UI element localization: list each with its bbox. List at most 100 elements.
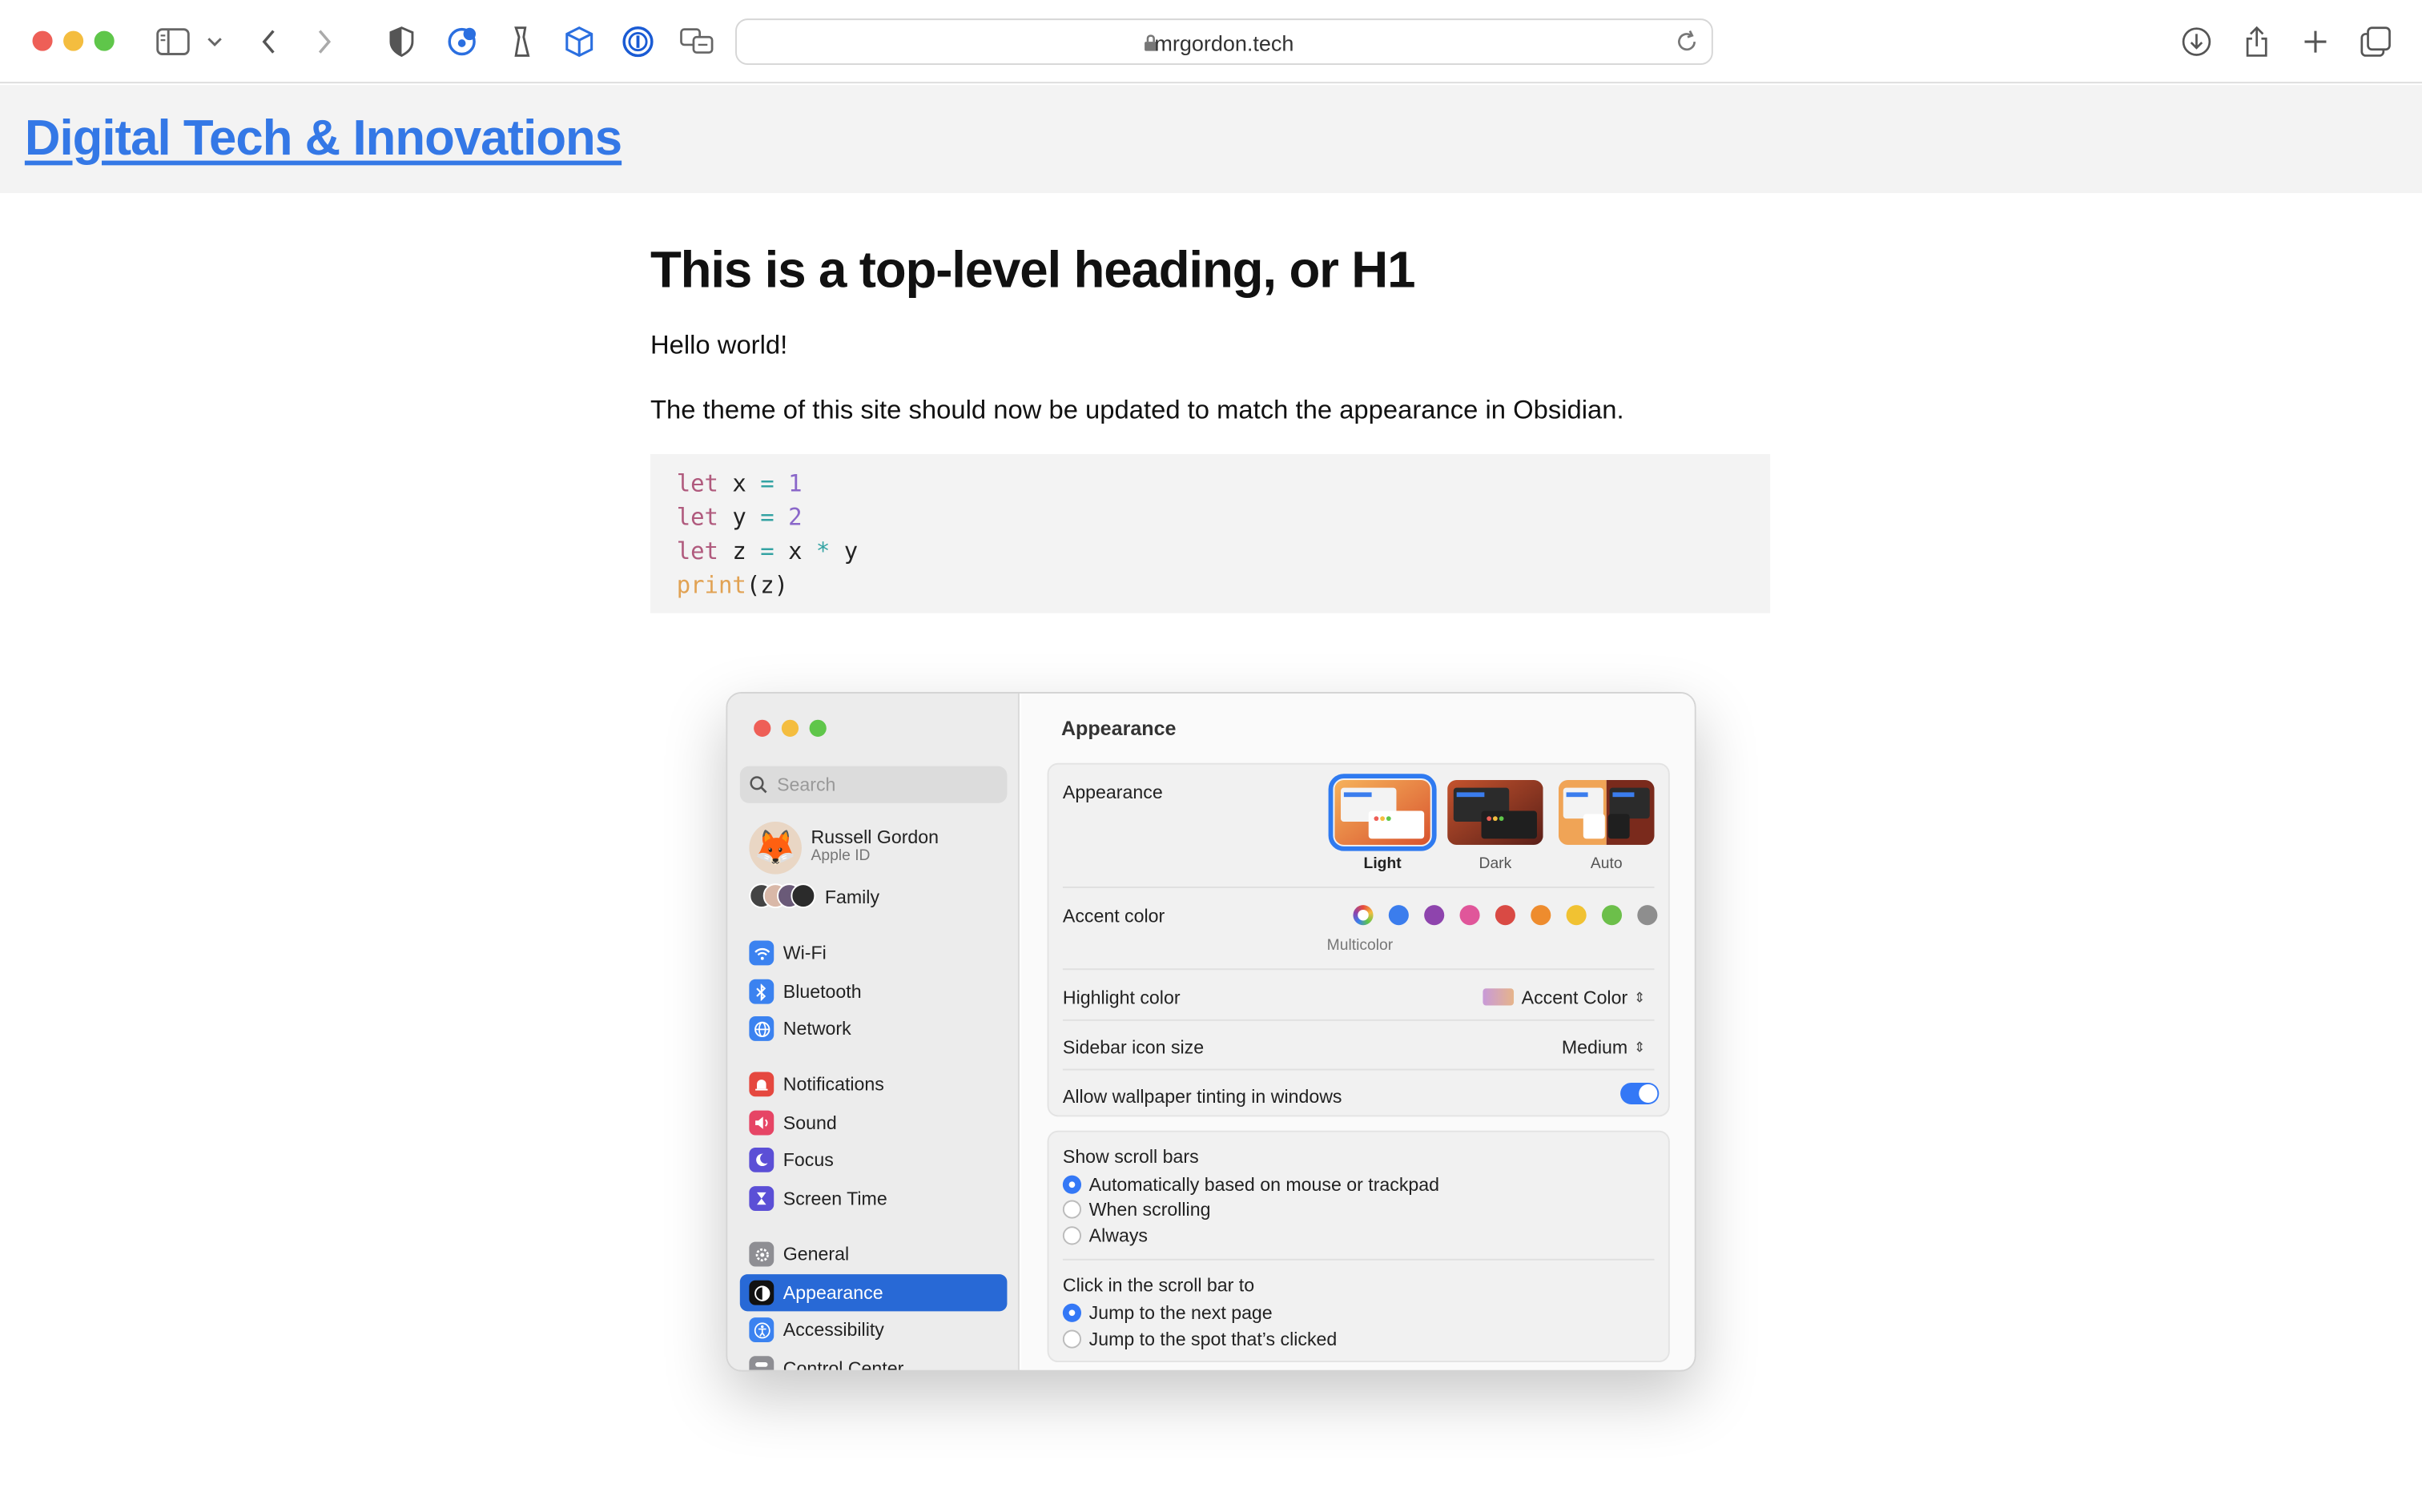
code-line: let y = 2 <box>676 503 803 532</box>
close-dot <box>754 719 771 737</box>
site-header: Digital Tech & Innovations <box>0 85 2422 194</box>
divider <box>1062 1258 1655 1261</box>
code-line: let z = x * y <box>676 537 859 565</box>
tab-overview-icon[interactable] <box>2356 22 2396 62</box>
minimize-window-button[interactable] <box>63 30 84 51</box>
sidebar-item-accessibility: Accessibility <box>740 1311 1008 1348</box>
accent-color-swatch <box>1459 905 1480 926</box>
radio-jump-next-page <box>1062 1303 1082 1322</box>
url-text: mrgordon.tech <box>1154 30 1294 56</box>
settings-pane: Appearance Appearance Light Dark Auto Ac… <box>1020 693 1695 1370</box>
stepper-arrows-icon: ⇕ <box>1633 990 1646 1006</box>
code-line: let x = 1 <box>676 469 803 498</box>
highlight-color-popup: Accent Color ⇕ <box>1483 987 1645 1008</box>
family-label: Family <box>824 887 880 909</box>
sidebar-item-focus: Focus <box>740 1141 1008 1178</box>
sidebar-item-network: Network <box>740 1010 1008 1047</box>
user-name: Russell Gordon <box>811 826 939 848</box>
new-tab-icon[interactable] <box>2295 22 2336 62</box>
radio-jump-to-spot <box>1062 1329 1082 1349</box>
sidebar-item-screen-time: Screen Time <box>740 1180 1008 1216</box>
zoom-window-button[interactable] <box>94 30 115 51</box>
radio-jump-next-page-label: Jump to the next page <box>1088 1301 1273 1324</box>
control-center-icon <box>749 1356 774 1370</box>
accent-color-swatch <box>1424 905 1445 926</box>
sidebar-icon-size-popup: Medium ⇕ <box>1561 1036 1646 1059</box>
code-block: let x = 1 let y = 2 let z = x * y print(… <box>650 454 1771 613</box>
forward-icon[interactable] <box>304 22 344 62</box>
appearance-auto-caption: Auto <box>1590 855 1623 873</box>
apple-id-label: Apple ID <box>811 847 871 866</box>
chevron-down-icon[interactable] <box>195 22 235 62</box>
code-line: print(z) <box>676 571 789 600</box>
divider <box>1062 887 1655 888</box>
site-title-link[interactable]: Digital Tech & Innovations <box>25 110 622 167</box>
accent-multicolor-caption: Multicolor <box>1326 937 1394 955</box>
hourglass-icon <box>749 1186 774 1212</box>
accessibility-icon <box>749 1317 774 1342</box>
sidebar-icon[interactable] <box>153 22 193 62</box>
clear-icon[interactable] <box>501 22 541 62</box>
accent-color-swatch <box>1601 905 1623 926</box>
radio-scroll-auto-label: Automatically based on mouse or trackpad <box>1088 1173 1440 1196</box>
highlight-color-label: Highlight color <box>1062 987 1181 1009</box>
settings-search-field: Search <box>739 766 1008 803</box>
page: mrgordon.tech Digital Tech & Innovations… <box>0 0 2422 1458</box>
paragraph: Hello world! <box>650 330 788 360</box>
wifi-icon <box>749 940 774 966</box>
accent-color-swatch <box>1637 905 1658 926</box>
download-icon[interactable] <box>2176 22 2216 62</box>
password-manager-icon[interactable] <box>618 22 658 62</box>
sidebar-item-appearance: Appearance <box>739 1274 1008 1312</box>
system-settings-screenshot: Search 🦊 Russell Gordon Apple ID Family … <box>726 692 1696 1372</box>
search-placeholder: Search <box>777 774 836 796</box>
sidebar-item-control-center: Control Center <box>740 1350 1008 1370</box>
sidebar-item-wifi: Wi-Fi <box>740 935 1008 971</box>
zoom-dot <box>809 719 827 737</box>
reload-icon[interactable] <box>1675 30 1700 62</box>
sidebar-item-notifications: Notifications <box>740 1066 1008 1103</box>
appearance-dark-thumbnail <box>1447 779 1543 845</box>
radio-scroll-always <box>1062 1226 1082 1245</box>
sidebar-icon-size-label: Sidebar icon size <box>1062 1036 1205 1059</box>
divider <box>1062 968 1655 971</box>
close-window-button[interactable] <box>32 30 53 51</box>
wallpaper-tinting-toggle <box>1620 1082 1660 1104</box>
sidebar-item-bluetooth: Bluetooth <box>740 973 1008 1010</box>
sidebar-item-sound: Sound <box>740 1104 1008 1141</box>
package-icon[interactable] <box>559 22 599 62</box>
accent-color-swatch <box>1566 905 1587 926</box>
show-scroll-bars-label: Show scroll bars <box>1062 1146 1199 1168</box>
appearance-light-thumbnail <box>1328 774 1437 851</box>
share-icon[interactable] <box>2237 22 2277 62</box>
user-avatar-fox-icon: 🦊 <box>749 822 802 875</box>
click-scroll-bar-label: Click in the scroll bar to <box>1062 1274 1255 1297</box>
appearance-auto-thumbnail <box>1558 779 1655 845</box>
shield-icon[interactable] <box>381 22 421 62</box>
back-icon[interactable] <box>249 22 289 62</box>
address-bar[interactable]: mrgordon.tech <box>735 18 1713 66</box>
extension-badge-icon[interactable] <box>442 22 482 62</box>
accent-color-label: Accent color <box>1062 905 1165 927</box>
accent-color-swatch <box>1531 905 1551 926</box>
bluetooth-icon <box>749 979 774 1004</box>
radio-scroll-when-scrolling <box>1062 1200 1082 1219</box>
accent-color-swatch <box>1388 905 1409 926</box>
wallpaper-tinting-label: Allow wallpaper tinting in windows <box>1062 1085 1342 1108</box>
search-icon <box>749 774 767 802</box>
globe-icon <box>749 1016 774 1041</box>
page-heading: This is a top-level heading, or H1 <box>650 240 1416 299</box>
accent-multicolor-swatch <box>1353 905 1374 926</box>
browser-toolbar: mrgordon.tech <box>0 0 2422 84</box>
speaker-icon <box>749 1110 774 1136</box>
highlight-swatch <box>1483 988 1515 1006</box>
paragraph: The theme of this site should now be upd… <box>650 395 1624 425</box>
moon-icon <box>749 1147 774 1172</box>
appearance-label: Appearance <box>1062 781 1163 803</box>
translate-icon[interactable] <box>677 22 717 62</box>
settings-sidebar: Search 🦊 Russell Gordon Apple ID Family … <box>727 693 1020 1370</box>
radio-jump-to-spot-label: Jump to the spot that’s clicked <box>1088 1328 1338 1350</box>
divider <box>1062 1068 1655 1071</box>
scroll-bar-group: Show scroll bars Automatically based on … <box>1047 1130 1670 1363</box>
radio-scroll-when-scrolling-label: When scrolling <box>1088 1198 1211 1220</box>
